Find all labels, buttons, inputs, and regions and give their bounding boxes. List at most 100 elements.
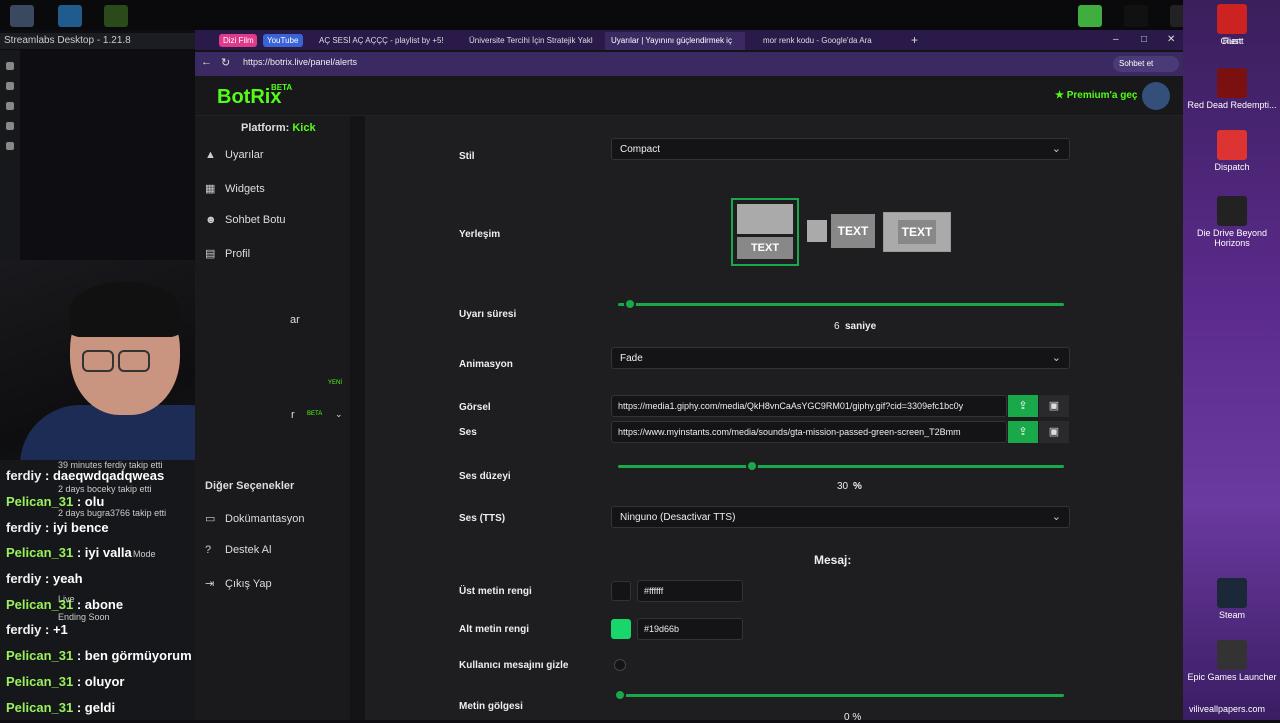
chat-line: Pelican_31 : iyi valla (6, 545, 132, 560)
sidebar-item-label: Destek Al (225, 544, 272, 556)
sl-icon[interactable] (6, 102, 14, 110)
event-item: Mode (133, 549, 156, 559)
layout-option-top[interactable]: TEXT (731, 198, 799, 266)
maximize-icon[interactable]: □ (1139, 32, 1155, 50)
sl-icon[interactable] (6, 122, 14, 130)
chat-line: Pelican_31 : oluyor (6, 674, 125, 689)
desktop-app[interactable]: Red Dead Redempti... (1187, 68, 1277, 110)
sidebar-item-widgets[interactable]: ▦ Widgets (205, 182, 265, 195)
sidebar-item-logout[interactable]: ⇥ Çıkış Yap (205, 577, 272, 590)
tts-label: Ses (TTS) (459, 513, 506, 524)
tab-bar: Dizi Film YouTube AÇ SESİ AÇ AÇÇÇ - play… (195, 30, 1183, 50)
glasses-icon (82, 350, 114, 372)
gallery-icon[interactable]: ▣ (1039, 421, 1069, 443)
ses-input[interactable]: https://www.myinstants.com/media/sounds/… (611, 421, 1007, 443)
close-icon[interactable]: ✕ (1165, 32, 1181, 50)
bookmark-youtube[interactable]: YouTube (263, 34, 303, 47)
sidebar-item-partial[interactable]: r (291, 409, 295, 421)
minimize-icon[interactable]: – (1111, 32, 1127, 50)
chevron-down-icon[interactable]: ⌄ (335, 409, 343, 420)
ust-color-swatch[interactable] (611, 581, 631, 601)
help-icon: ? (205, 544, 212, 556)
sidebar-item-label: Dokümantasyon (225, 513, 305, 525)
platform-label: Platform: (241, 122, 290, 134)
slider-handle[interactable] (745, 460, 758, 472)
sidebar-item-support[interactable]: ? Destek Al (205, 544, 271, 556)
stil-select[interactable]: Compact ⌄ (611, 138, 1070, 160)
new-tab-icon[interactable]: + (907, 32, 927, 50)
botrix-header: BotRix BETA ★ Premium'a geç (195, 76, 1183, 116)
sure-slider[interactable] (618, 298, 1064, 310)
grid-icon: ▦ (205, 183, 216, 195)
desktop-app[interactable]: Rust (1187, 4, 1277, 46)
slider-handle[interactable] (614, 689, 626, 701)
sl-icon[interactable] (6, 82, 14, 90)
alt-color-swatch[interactable] (611, 619, 631, 639)
sidebar-item-sohbet[interactable]: ☻ Sohbet Botu (205, 214, 286, 226)
streamlabs-icon[interactable] (58, 5, 82, 27)
tab-universite[interactable]: Üniversite Tercihi İçin Stratejik Yakl (463, 32, 593, 50)
tab-uyarilar[interactable]: Uyarılar | Yayınını güçlendirmek iç (605, 32, 745, 50)
desktop-app[interactable]: Epic Games Launcher (1187, 640, 1277, 682)
back-icon[interactable]: ← (201, 56, 212, 68)
streamlabs-title: Streamlabs Desktop - 1.21.8 (4, 35, 131, 46)
sure-label: Uyarı süresi (459, 309, 517, 320)
sidebar-item-label: Profil (225, 248, 251, 260)
sidebar-item-partial[interactable]: ar (290, 314, 300, 326)
desktop-app[interactable]: Die Drive Beyond Horizons (1187, 196, 1277, 248)
x-icon[interactable] (1124, 5, 1148, 27)
app-icon[interactable] (10, 5, 34, 27)
golge-value: 0 % (844, 712, 862, 723)
upload-icon[interactable]: ⇪ (1008, 421, 1038, 443)
event-item: 2 days bugra3766 takip etti (58, 508, 167, 518)
tab-playlist[interactable]: AÇ SESİ AÇ AÇÇÇ - playlist by +5! (313, 32, 453, 50)
sidebar-item-profil[interactable]: ▤ Profil (205, 247, 250, 260)
tab-google[interactable]: mor renk kodu - Google'da Ara (757, 32, 905, 50)
minecraft-icon[interactable] (1078, 5, 1102, 27)
sohbet-button[interactable]: Sohbet et (1113, 56, 1179, 72)
desktop-app[interactable]: Dispatch (1187, 130, 1277, 172)
sidebar-item-uyarilar[interactable]: ▲ Uyarılar (205, 149, 264, 161)
tts-select[interactable]: Ninguno (Desactivar TTS) ⌄ (611, 506, 1070, 528)
alt-color-input[interactable]: #19d66b (637, 618, 743, 640)
nvidia-icon[interactable] (104, 5, 128, 27)
layout-text: TEXT (898, 220, 936, 244)
layout-text: TEXT (831, 214, 875, 248)
sidebar-item-label: Widgets (225, 183, 265, 195)
gorsel-label: Görsel (459, 402, 491, 413)
sl-icon[interactable] (6, 62, 14, 70)
sidebar-item-docs[interactable]: ▭ Dokümantasyon (205, 512, 305, 525)
chat-line: ferdiy : daeqwdqadqweas (6, 468, 165, 483)
alert-settings-form: Stil Compact ⌄ Yerleşim TEXT TEXT TEXT Uy… (365, 116, 1183, 723)
sl-icon[interactable] (6, 142, 14, 150)
robot-icon: ☻ (205, 214, 217, 226)
watermark: viliveallpapers.com (1188, 704, 1266, 714)
gorsel-input[interactable]: https://media1.giphy.com/media/QkH8vnCaA… (611, 395, 1007, 417)
desktop-app[interactable]: Steam (1187, 578, 1277, 620)
bookmark-dizi[interactable]: Dizi Film (219, 34, 257, 47)
sidebar-item-label: Çıkış Yap (225, 578, 272, 590)
url-input[interactable]: https://botrix.live/panel/alerts (243, 57, 357, 67)
image-icon (807, 220, 827, 242)
gallery-icon[interactable]: ▣ (1039, 395, 1069, 417)
gizle-toggle[interactable] (614, 659, 626, 671)
ses-duzeyi-slider[interactable] (618, 460, 1064, 472)
premium-link[interactable]: ★ Premium'a geç (1055, 90, 1138, 101)
sidebar-item-label: Uyarılar (225, 149, 264, 161)
layout-option-left[interactable]: TEXT (807, 214, 875, 248)
animasyon-select[interactable]: Fade ⌄ (611, 347, 1070, 369)
chat-line: ferdiy : +1 (6, 622, 68, 637)
refresh-icon[interactable]: ↻ (221, 56, 230, 69)
stil-value: Compact (620, 144, 661, 155)
ses-duzeyi-unit: % (853, 481, 862, 492)
upload-icon[interactable]: ⇪ (1008, 395, 1038, 417)
layout-option-bg[interactable]: TEXT (883, 212, 951, 252)
ust-color-input[interactable]: #ffffff (637, 580, 743, 602)
image-icon (737, 204, 793, 234)
avatar[interactable] (1142, 82, 1170, 110)
chat-line: Pelican_31 : geldi (6, 700, 116, 715)
slider-handle[interactable] (624, 298, 636, 310)
golge-slider[interactable] (614, 689, 1064, 701)
chat-line: ferdiy : iyi bence (6, 520, 109, 535)
streamlabs-sidebar (0, 50, 20, 260)
